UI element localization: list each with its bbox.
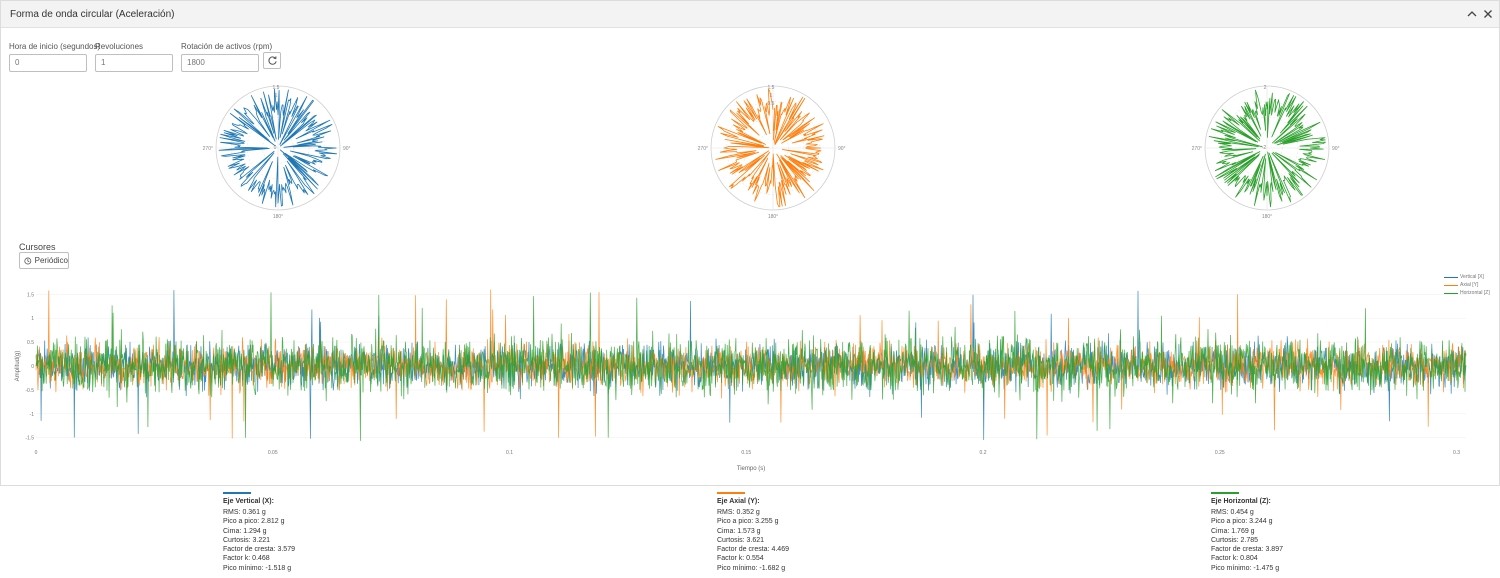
revolutions-label: Revoluciones <box>95 42 144 51</box>
rotation-field: Rotación de activos (rpm) <box>181 42 272 72</box>
polar-angle-label: 180° <box>768 214 778 220</box>
legend-label-vertical: Vertical [X] <box>1460 274 1484 280</box>
stats-line: Pico a pico: 3.244 g <box>1211 518 1273 526</box>
x-tick-label: 0.1 <box>506 450 513 456</box>
start-time-input[interactable] <box>9 53 87 72</box>
legend-label-axial: Axial [Y] <box>1460 282 1479 288</box>
refresh-icon <box>267 56 277 65</box>
polar-radius-label: 0.5 <box>768 101 775 107</box>
y-tick-label: 0.5 <box>27 340 34 346</box>
stats-vertical: Eje Vertical (X): RMS: 0.361 g Pico a pi… <box>223 492 295 573</box>
legend-item-axial[interactable]: Axial [Y] <box>1444 281 1490 289</box>
rotation-label: Rotación de activos (rpm) <box>181 42 273 51</box>
polar-angle-label: 270° <box>203 146 213 152</box>
waveform-svg: 1.5 1 0.5 0 -0.5 -1 -1.5 0 0.05 0.1 0.15 0.2 0.25 0.3… <box>15 289 1467 472</box>
stats-color-bar <box>1211 492 1239 494</box>
stats-line: Pico a pico: 3.255 g <box>717 518 779 526</box>
y-tick-label: -1.5 <box>25 436 34 442</box>
y-tick-label: 0 <box>31 364 34 370</box>
polar-radius-label: 2 <box>1264 85 1267 91</box>
rotation-input[interactable] <box>181 53 259 72</box>
stats-line: Pico a pico: 2.812 g <box>223 518 285 526</box>
polar-svg: 90° 180° 270° 1.5 1 0.5 <box>698 85 846 220</box>
x-tick-label: 0.15 <box>741 450 751 456</box>
panel-title: Forma de onda circular (Aceleración) <box>10 9 175 20</box>
polar-angle-label: 90° <box>343 146 351 152</box>
polar-center-label: -2 <box>1262 145 1267 151</box>
stats-line: Pico mínimo: -1.682 g <box>717 564 786 572</box>
chevron-up-icon[interactable] <box>1465 7 1479 21</box>
stats-color-bar <box>223 492 251 494</box>
polar-angle-label: 270° <box>698 146 708 152</box>
stats-line: Cima: 1.573 g <box>717 527 761 535</box>
polar-plot-vertical: 90° 180° 270° 1.5 1 0 <box>203 80 351 230</box>
revolutions-input[interactable] <box>95 53 173 72</box>
close-icon[interactable] <box>1481 7 1495 21</box>
waveform-chart: 1.5 1 0.5 0 -0.5 -1 -1.5 0 0.05 0.1 0.15 0.2 0.25 0.3… <box>0 272 1500 477</box>
y-tick-label: 1 <box>31 316 34 322</box>
polar-radius-label: 1.5 <box>273 85 280 91</box>
polar-angle-label: 180° <box>1262 214 1272 220</box>
legend-item-vertical[interactable]: Vertical [X] <box>1444 273 1490 281</box>
stats-color-bar <box>717 492 745 494</box>
stats-line: Factor de cresta: 3.897 <box>1211 546 1283 554</box>
stats-title: Eje Vertical (X): <box>223 498 274 505</box>
stats-line: RMS: 0.352 g <box>717 509 760 516</box>
stats-line: Curtosis: 3.621 <box>717 536 765 544</box>
stats-title: Eje Horizontal (Z): <box>1211 498 1271 505</box>
y-tick-label: -0.5 <box>25 388 34 394</box>
periodic-label: Periódico <box>34 256 68 265</box>
periodic-button[interactable]: Periódico <box>19 252 69 269</box>
legend-label-horizontal: Horizontal [Z] <box>1460 290 1490 296</box>
stats-line: Factor de cresta: 4.469 <box>717 546 789 554</box>
stats-axial: Eje Axial (Y): RMS: 0.352 g Pico a pico:… <box>717 492 789 573</box>
x-tick-label: 0.05 <box>268 450 278 456</box>
x-tick-label: 0.3 <box>1453 450 1460 456</box>
stats-line: Curtosis: 2.785 <box>1211 536 1259 544</box>
polar-angle-label: 180° <box>273 214 283 220</box>
x-tick-label: 0 <box>35 450 38 456</box>
stats-title: Eje Axial (Y): <box>717 498 760 505</box>
polar-plot-axial: 90° 180° 270° 1.5 1 0.5 <box>698 80 846 230</box>
stats-line: RMS: 0.454 g <box>1211 509 1254 516</box>
x-tick-label: 0.2 <box>980 450 987 456</box>
refresh-button[interactable] <box>263 52 281 69</box>
polar-angle-label: 90° <box>838 146 846 152</box>
legend-item-horizontal[interactable]: Horizontal [Z] <box>1444 289 1490 297</box>
stats-line: RMS: 0.361 g <box>223 509 266 516</box>
y-axis-label: Amplitud(g) <box>15 351 21 382</box>
stats-line: Factor k: 0.554 <box>717 555 764 563</box>
cursors-heading: Cursores <box>19 242 56 252</box>
y-tick-label: 1.5 <box>27 292 34 298</box>
stats-line: Factor k: 0.468 <box>223 555 270 563</box>
start-time-field: Hora de inicio (segundos) <box>9 42 100 72</box>
stats-line: Factor k: 0.804 <box>1211 555 1258 563</box>
polar-trace <box>1208 89 1327 208</box>
chart-legend: Vertical [X] Axial [Y] Horizontal [Z] <box>1444 273 1490 297</box>
polar-svg: 90° 180° 270° 2 -2 <box>1192 85 1340 220</box>
polar-angle-label: 270° <box>1192 146 1202 152</box>
polar-svg: 90° 180° 270° 1.5 1 0 <box>203 85 351 220</box>
polar-center-label: 0 <box>274 145 277 151</box>
stats-horizontal: Eje Horizontal (Z): RMS: 0.454 g Pico a … <box>1211 492 1283 573</box>
polar-angle-label: 90° <box>1332 146 1340 152</box>
revolutions-field: Revoluciones <box>95 42 173 72</box>
stats-line: Pico mínimo: -1.518 g <box>223 564 292 572</box>
stats-line: Cima: 1.294 g <box>223 527 267 535</box>
polar-radius-label: 1.5 <box>768 85 775 91</box>
clock-icon <box>24 257 32 264</box>
stats-line: Pico mínimo: -1.475 g <box>1211 564 1280 572</box>
x-axis-label: Tiempo (s) <box>737 466 765 472</box>
stats-line: Curtosis: 3.221 <box>223 536 271 544</box>
panel-header: Forma de onda circular (Aceleración) <box>1 1 1499 28</box>
polar-plot-horizontal: 90° 180° 270° 2 -2 <box>1192 80 1340 230</box>
x-tick-label: 0.25 <box>1215 450 1225 456</box>
stats-line: Factor de cresta: 3.579 <box>223 546 295 554</box>
polar-radius-label: 1 <box>275 93 278 99</box>
polar-radius-label: 1 <box>770 93 773 99</box>
start-time-label: Hora de inicio (segundos) <box>9 42 101 51</box>
stats-line: Cima: 1.769 g <box>1211 527 1255 535</box>
y-tick-label: -1 <box>30 412 35 418</box>
